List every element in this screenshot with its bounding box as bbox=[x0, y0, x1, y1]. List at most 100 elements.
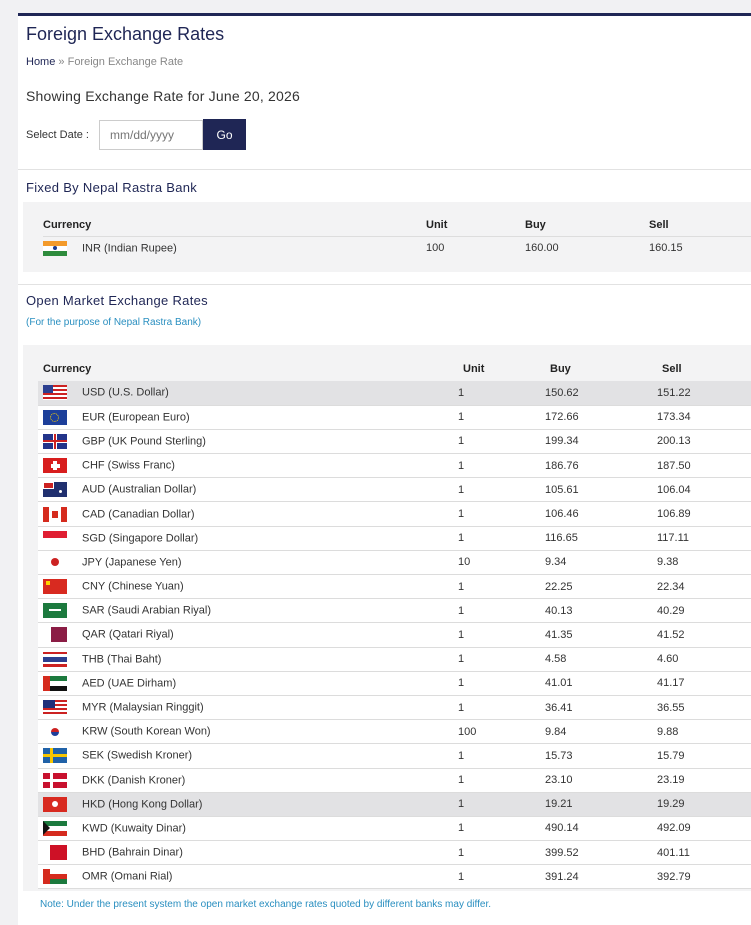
breadcrumb-current: Foreign Exchange Rate bbox=[67, 56, 184, 68]
currency-name: AUD (Australian Dollar) bbox=[82, 483, 197, 496]
buy-cell: 4.58 bbox=[545, 647, 657, 672]
buy-cell: 22.25 bbox=[545, 574, 657, 600]
ca-flag-icon bbox=[43, 506, 67, 522]
sell-cell: 41.52 bbox=[657, 622, 751, 648]
currency-cell: DKK (Danish Kroner) bbox=[38, 768, 458, 793]
hk-flag-icon bbox=[43, 796, 67, 812]
qa-flag-icon bbox=[43, 627, 67, 643]
unit-cell: 1 bbox=[458, 671, 545, 696]
buy-cell: 391.24 bbox=[545, 864, 657, 890]
buy-cell: 186.76 bbox=[545, 453, 657, 479]
open-rates-table: Currency Unit Buy Sell USD (U.S. Dollar)… bbox=[38, 357, 751, 890]
currency-name: BHD (Bahrain Dinar) bbox=[82, 846, 183, 859]
buy-cell: 23.10 bbox=[545, 768, 657, 793]
sell-cell: 117.11 bbox=[657, 526, 751, 551]
buy-cell: 40.13 bbox=[545, 598, 657, 624]
table-row: BHD (Bahrain Dinar) 1 399.52 401.11 bbox=[38, 840, 751, 866]
currency-cell: USD (U.S. Dollar) bbox=[38, 381, 458, 406]
buy-cell: 41.35 bbox=[545, 622, 657, 648]
table-row: JPY (Japanese Yen) 10 9.34 9.38 bbox=[38, 550, 751, 576]
showing-date-text: Showing Exchange Rate for June 20, 2026 bbox=[26, 88, 300, 104]
sell-cell: 19.29 bbox=[657, 792, 751, 817]
currency-cell: KRW (South Korean Won) bbox=[38, 719, 458, 745]
sell-cell: 22.34 bbox=[657, 574, 751, 600]
currency-cell: EUR (European Euro) bbox=[38, 405, 458, 430]
currency-cell: OMR (Omani Rial) bbox=[38, 864, 458, 890]
unit-cell: 1 bbox=[458, 429, 545, 455]
sell-cell: 200.13 bbox=[657, 429, 751, 455]
fixed-rates-panel: Currency Unit Buy Sell INR (Indian Rupee… bbox=[23, 202, 751, 272]
currency-name: OMR (Omani Rial) bbox=[82, 870, 173, 883]
open-section-subtitle: (For the purpose of Nepal Rastra Bank) bbox=[26, 317, 202, 328]
header-currency: Currency bbox=[43, 363, 92, 375]
unit-cell: 10 bbox=[458, 550, 545, 576]
buy-cell: 199.34 bbox=[545, 429, 657, 455]
unit-cell: 100 bbox=[426, 242, 445, 255]
currency-name: DKK (Danish Kroner) bbox=[82, 774, 186, 786]
go-button[interactable]: Go bbox=[203, 119, 246, 150]
currency-name: AED (UAE Dirham) bbox=[82, 677, 177, 690]
table-row: USD (U.S. Dollar) 1 150.62 151.22 bbox=[38, 381, 751, 406]
currency-name: JPY (Japanese Yen) bbox=[82, 556, 182, 569]
unit-cell: 1 bbox=[458, 526, 545, 551]
cn-flag-icon bbox=[43, 579, 67, 595]
buy-cell: 19.21 bbox=[545, 792, 657, 817]
buy-cell: 150.62 bbox=[545, 381, 657, 406]
buy-cell: 105.61 bbox=[545, 477, 657, 503]
sell-cell: 106.89 bbox=[657, 501, 751, 527]
table-row: CAD (Canadian Dollar) 1 106.46 106.89 bbox=[38, 501, 751, 527]
table-row: CNY (Chinese Yuan) 1 22.25 22.34 bbox=[38, 574, 751, 600]
table-row: CHF (Swiss Franc) 1 186.76 187.50 bbox=[38, 453, 751, 479]
unit-cell: 1 bbox=[458, 477, 545, 503]
divider bbox=[18, 284, 751, 285]
sell-cell: 106.04 bbox=[657, 477, 751, 503]
currency-cell: MYR (Malaysian Ringgit) bbox=[38, 695, 458, 721]
currency-name: KWD (Kuwaity Dinar) bbox=[82, 822, 186, 835]
header-currency: Currency bbox=[43, 214, 426, 237]
sell-cell: 187.50 bbox=[657, 453, 751, 479]
sell-cell: 401.11 bbox=[657, 840, 751, 866]
currency-cell: CNY (Chinese Yuan) bbox=[38, 574, 458, 600]
table-row: EUR (European Euro) 1 172.66 173.34 bbox=[38, 405, 751, 430]
breadcrumb-separator: » bbox=[58, 56, 65, 68]
unit-cell: 1 bbox=[458, 792, 545, 817]
dk-flag-icon bbox=[43, 772, 67, 788]
breadcrumb-home-link[interactable]: Home bbox=[26, 56, 55, 68]
buy-cell: 399.52 bbox=[545, 840, 657, 866]
table-row: SEK (Swedish Kroner) 1 15.73 15.79 bbox=[38, 743, 751, 769]
sell-cell: 492.09 bbox=[657, 816, 751, 842]
ch-flag-icon bbox=[43, 458, 67, 474]
currency-name: THB (Thai Baht) bbox=[82, 653, 162, 666]
currency-cell: AUD (Australian Dollar) bbox=[38, 477, 458, 503]
au-flag-icon bbox=[43, 482, 67, 498]
buy-cell: 490.14 bbox=[545, 816, 657, 842]
unit-cell: 1 bbox=[458, 453, 545, 479]
currency-name: QAR (Qatari Riyal) bbox=[82, 628, 174, 641]
buy-cell: 172.66 bbox=[545, 405, 657, 430]
currency-name: CHF (Swiss Franc) bbox=[82, 459, 175, 472]
table-row: SGD (Singapore Dollar) 1 116.65 117.11 bbox=[38, 526, 751, 551]
th-flag-icon bbox=[43, 651, 67, 667]
currency-cell: THB (Thai Baht) bbox=[38, 647, 458, 672]
unit-cell: 1 bbox=[458, 768, 545, 793]
currency-name: MYR (Malaysian Ringgit) bbox=[82, 701, 204, 714]
gb-flag-icon bbox=[43, 433, 67, 449]
unit-cell: 1 bbox=[458, 864, 545, 890]
eu-flag-icon bbox=[43, 409, 67, 425]
sg-flag-icon bbox=[43, 530, 67, 546]
sell-cell: 151.22 bbox=[657, 381, 751, 406]
sell-cell: 9.88 bbox=[657, 719, 751, 745]
sa-flag-icon bbox=[43, 603, 67, 619]
header-unit: Unit bbox=[426, 214, 525, 237]
table-row: SAR (Saudi Arabian Riyal) 1 40.13 40.29 bbox=[38, 598, 751, 624]
om-flag-icon bbox=[43, 869, 67, 885]
currency-cell: INR (Indian Rupee) bbox=[43, 236, 426, 260]
unit-cell: 1 bbox=[458, 743, 545, 769]
table-row: MYR (Malaysian Ringgit) 1 36.41 36.55 bbox=[38, 695, 751, 721]
us-flag-icon bbox=[43, 385, 67, 401]
footer-note: Note: Under the present system the open … bbox=[40, 899, 492, 910]
currency-cell: HKD (Hong Kong Dollar) bbox=[38, 792, 458, 817]
table-row: KRW (South Korean Won) 100 9.84 9.88 bbox=[38, 719, 751, 745]
currency-cell: SGD (Singapore Dollar) bbox=[38, 526, 458, 551]
date-input[interactable] bbox=[99, 120, 203, 150]
